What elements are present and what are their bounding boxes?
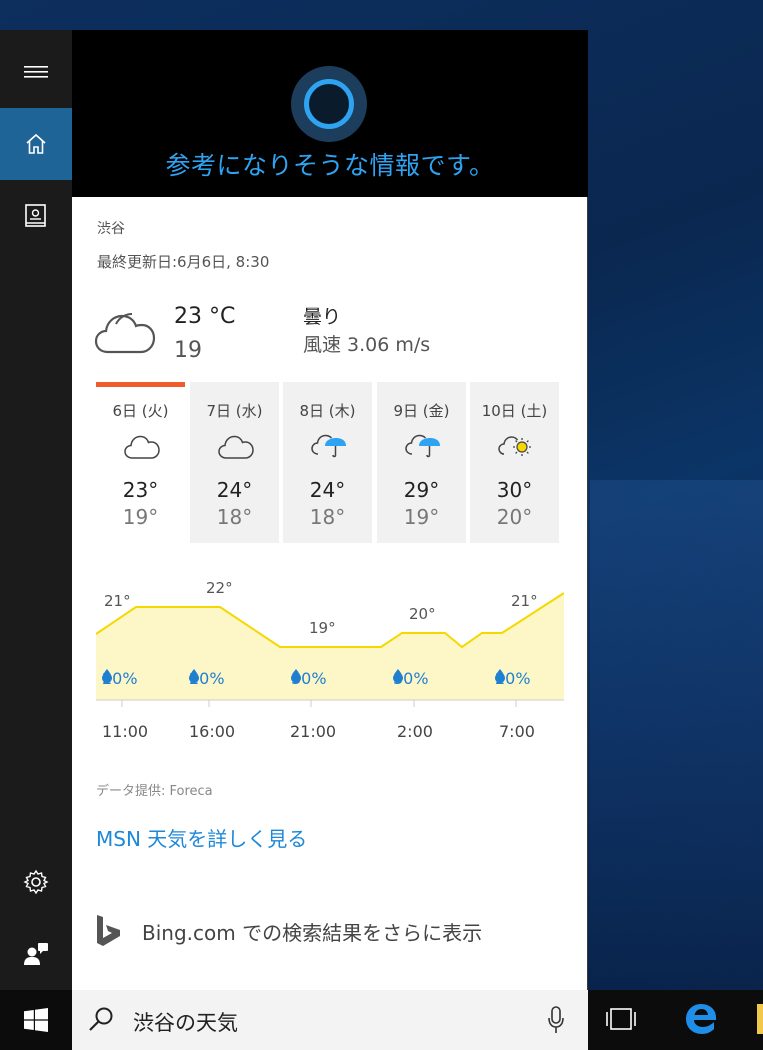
forecast-day[interactable]: 10日 (土) 30° 20°	[470, 382, 559, 543]
day-name: 9日 (金)	[393, 402, 450, 420]
bing-results-text: Bing.com での検索結果をさらに表示	[142, 920, 483, 945]
feedback-icon	[24, 943, 48, 965]
notebook-button[interactable]	[0, 180, 72, 252]
home-icon	[26, 133, 46, 154]
weather-updated: 最終更新日:6月6日, 8:30	[97, 253, 270, 271]
hourly-time: 2:00	[397, 722, 433, 741]
edge-browser-icon[interactable]	[684, 1002, 718, 1036]
search-box[interactable]: 渋谷の天気	[72, 990, 588, 1050]
raindrop-icon	[189, 669, 199, 683]
rain-umbrella-icon	[405, 434, 440, 458]
day-low: 18°	[309, 505, 346, 529]
day-name: 10日 (土)	[481, 402, 548, 420]
hourly-precip: 20%	[189, 669, 225, 688]
search-query[interactable]: 渋谷の天気	[133, 1007, 238, 1037]
hourly-time: 21:00	[290, 722, 337, 741]
day-high: 24°	[309, 478, 346, 502]
day-name: 6日 (火)	[112, 402, 169, 420]
hourly-temp-label: 20°	[409, 605, 436, 623]
home-button[interactable]	[0, 108, 72, 180]
cortana-logo-icon	[291, 66, 367, 142]
hourly-forecast-chart: 21° 22° 19° 20° 21° 20% 20% 30% 30% 20% …	[96, 570, 564, 750]
hourly-temp-label: 19°	[309, 619, 336, 637]
hourly-time: 7:00	[499, 722, 535, 741]
settings-button[interactable]	[0, 846, 72, 918]
cloudy-icon	[94, 313, 156, 354]
microphone-icon[interactable]	[547, 1006, 565, 1034]
current-condition: 曇り	[303, 306, 342, 328]
cloudy-icon	[218, 435, 254, 459]
daily-forecast: 6日 (火) 23° 19° 7日 (水) 24° 18° 8日 (木) 24°…	[96, 382, 561, 543]
day-high: 29°	[403, 478, 440, 502]
weather-location: 渋谷	[97, 221, 125, 237]
day-high: 24°	[216, 478, 253, 502]
hamburger-menu-button[interactable]	[0, 36, 72, 108]
hamburger-icon	[24, 66, 48, 78]
windows-logo-icon	[24, 1008, 48, 1032]
hourly-precip: 20%	[102, 669, 138, 688]
bing-results-link[interactable]: Bing.com での検索結果をさらに表示	[96, 914, 482, 948]
forecast-day[interactable]: 9日 (金) 29° 19°	[377, 382, 466, 543]
forecast-day[interactable]: 6日 (火) 23° 19°	[96, 382, 185, 543]
task-view-icon[interactable]	[605, 1006, 637, 1032]
data-provider: データ提供: Foreca	[96, 784, 213, 799]
forecast-day[interactable]: 8日 (木) 24° 18°	[283, 382, 372, 543]
raindrop-icon	[291, 669, 301, 683]
day-high: 30°	[496, 478, 533, 502]
forecast-day[interactable]: 7日 (水) 24° 18°	[190, 382, 279, 543]
day-low: 20°	[496, 505, 533, 529]
day-low: 19°	[122, 505, 159, 529]
file-explorer-icon[interactable]	[757, 1004, 763, 1034]
cloudy-icon	[124, 435, 160, 459]
current-wind: 風速 3.06 m/s	[303, 334, 431, 356]
hourly-time: 16:00	[189, 722, 236, 741]
search-icon	[89, 1007, 113, 1031]
day-name: 8日 (木)	[299, 402, 356, 420]
cortana-nav-rail	[0, 30, 72, 990]
day-low: 19°	[403, 505, 440, 529]
day-high: 23°	[122, 478, 159, 502]
day-low: 18°	[216, 505, 253, 529]
bing-logo-icon	[97, 915, 120, 946]
hourly-time: 11:00	[102, 722, 149, 741]
partly-sunny-icon	[498, 436, 531, 456]
cortana-header: 参考になりそうな情報です。	[72, 30, 588, 197]
hourly-precip: 30%	[393, 669, 429, 688]
hourly-precip: 20%	[495, 669, 531, 688]
cortana-greeting: 参考になりそうな情報です。	[165, 151, 495, 180]
day-name: 7日 (水)	[206, 402, 263, 420]
hourly-temp-label: 21°	[511, 592, 538, 610]
cortana-panel: 参考になりそうな情報です。 渋谷 最終更新日:6月6日, 8:30 23 °C …	[72, 30, 588, 990]
raindrop-icon	[393, 669, 403, 683]
current-low-temperature: 19	[174, 338, 202, 363]
current-temperature: 23 °C	[174, 304, 236, 329]
hourly-precip: 30%	[291, 669, 327, 688]
rain-umbrella-icon	[311, 434, 346, 458]
hourly-temp-label: 21°	[104, 592, 131, 610]
notebook-icon	[25, 204, 46, 227]
start-button[interactable]	[0, 990, 72, 1050]
gear-icon	[23, 869, 49, 895]
msn-weather-link[interactable]: MSN 天気を詳しく見る	[96, 823, 307, 852]
taskbar: 渋谷の天気	[0, 990, 763, 1050]
raindrop-icon	[102, 669, 112, 683]
feedback-button[interactable]	[0, 918, 72, 990]
raindrop-icon	[495, 669, 505, 683]
hourly-temp-label: 22°	[206, 579, 233, 597]
